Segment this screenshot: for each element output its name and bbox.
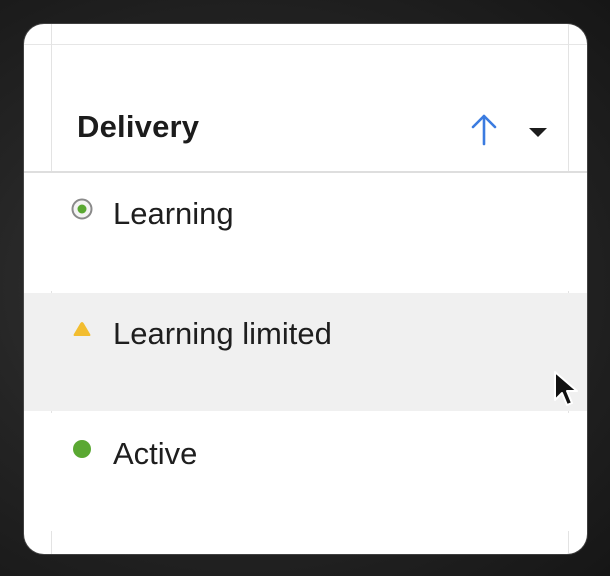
- caret-down-icon[interactable]: [528, 125, 548, 139]
- status-label: Learning limited: [113, 316, 332, 351]
- status-label: Learning: [113, 196, 234, 231]
- learning-radio-icon: [71, 198, 93, 220]
- sort-ascending-icon[interactable]: [470, 113, 498, 147]
- list-item[interactable]: Learning limited: [24, 293, 587, 411]
- delivery-column-card: Delivery Learning Learning limited Activ…: [24, 24, 587, 554]
- column-header-title: Delivery: [77, 109, 200, 144]
- list-item[interactable]: Active: [24, 413, 587, 531]
- column-header[interactable]: Delivery: [24, 45, 587, 173]
- list-item[interactable]: Learning: [24, 173, 587, 291]
- active-dot-icon: [73, 440, 91, 458]
- status-label: Active: [113, 436, 198, 471]
- mouse-pointer-icon: [554, 371, 578, 406]
- warning-triangle-icon: [73, 322, 91, 336]
